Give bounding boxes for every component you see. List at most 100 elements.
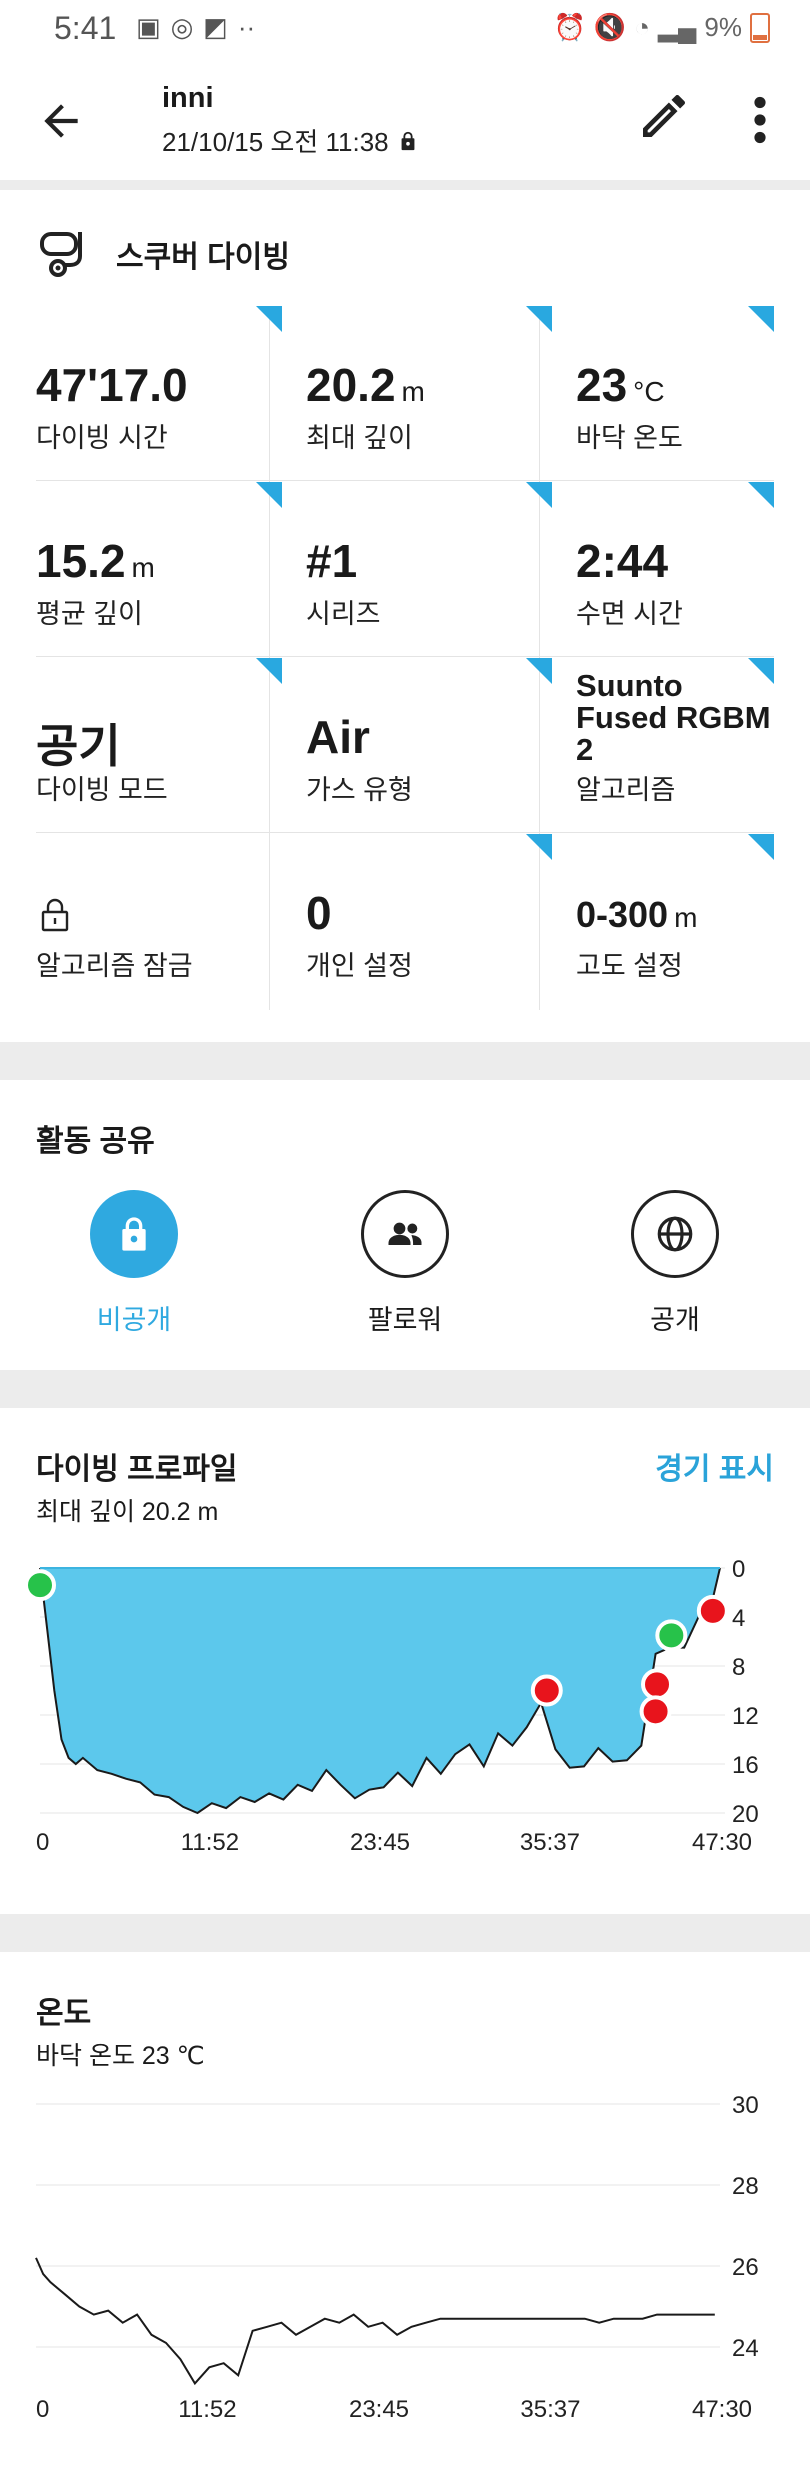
corner-indicator-icon	[748, 482, 774, 508]
battery-icon	[750, 12, 770, 43]
stat-value: 20.2	[306, 359, 396, 411]
dive-event-marker	[696, 1594, 729, 1627]
stat-personal-setting[interactable]: 0 개인 설정	[306, 834, 552, 1010]
stat-value: 15.2	[36, 535, 126, 587]
stat-algorithm-lock[interactable]: 알고리즘 잠금	[36, 834, 282, 1010]
scuba-mask-icon	[40, 232, 82, 277]
stat-series[interactable]: #1 시리즈	[306, 482, 552, 658]
corner-indicator-icon	[748, 306, 774, 332]
stat-label: 고도 설정	[576, 951, 683, 981]
stat-bottom-temp[interactable]: 23 °C 바닥 온도	[576, 306, 774, 482]
x-tick-label: 0	[36, 1829, 49, 1856]
stat-max-depth[interactable]: 20.2 m 최대 깊이	[306, 306, 552, 482]
share-option-label: 공개	[650, 1305, 700, 1335]
stat-gas-type[interactable]: Air 가스 유형	[306, 658, 552, 834]
sport-header: 스쿠버 다이빙	[36, 226, 290, 282]
page-subtitle: 21/10/15 오전 11:38	[162, 122, 419, 159]
dive-profile-card: 다이빙 프로파일 경기 표시 최대 깊이 20.2 m 0 4 8 12 16 20 0 11…	[0, 1408, 810, 1914]
stat-label: 다이빙 모드	[36, 775, 168, 805]
stat-altitude-setting[interactable]: 0-300 m 고도 설정	[576, 834, 774, 1010]
dive-event-marker	[24, 1569, 56, 1602]
lock-icon	[122, 1217, 146, 1251]
back-arrow-icon[interactable]	[36, 96, 86, 146]
y-tick-label: 26	[732, 2254, 759, 2281]
dive-profile-subtitle: 최대 깊이 20.2 m	[36, 1498, 219, 1526]
corner-indicator-icon	[526, 482, 552, 508]
x-tick-label: 35:37	[520, 2396, 580, 2423]
y-tick-label: 16	[732, 1752, 759, 1779]
share-option-followers[interactable]: 팔로워	[325, 1190, 485, 1337]
stat-unit: m	[401, 376, 425, 407]
x-tick-label: 11:52	[181, 1829, 239, 1856]
share-card: 활동 공유 비공개 팔로워 공개	[0, 1080, 810, 1370]
sport-name: 스쿠버 다이빙	[116, 241, 290, 274]
dive-event-marker	[530, 1674, 563, 1707]
dive-summary-card: 스쿠버 다이빙 47'17.0 다이빙 시간 20.2 m 최대 깊이 23 °C …	[0, 190, 810, 1042]
share-public-circle[interactable]	[631, 1190, 719, 1278]
image-icon: ▣	[136, 12, 161, 42]
dive-event-marker	[639, 1695, 672, 1728]
stat-dive-time[interactable]: 47'17.0 다이빙 시간	[36, 306, 282, 482]
stat-unit: m	[131, 552, 155, 583]
stat-value: 47'17.0	[36, 359, 188, 411]
stat-value: 공기	[36, 720, 121, 772]
corner-indicator-icon	[526, 834, 552, 860]
system-icons: ⏰ 🔇 ◔ ▂▄ 9%	[554, 12, 770, 43]
corner-indicator-icon	[256, 306, 282, 332]
share-option-private[interactable]: 비공개	[54, 1190, 214, 1337]
status-time: 5:41	[54, 10, 117, 46]
stat-label: 알고리즘 잠금	[36, 951, 193, 981]
page-title: inni	[162, 82, 214, 114]
share-followers-circle[interactable]	[361, 1190, 449, 1278]
stat-label: 다이빙 시간	[36, 423, 168, 453]
y-tick-label: 28	[732, 2173, 759, 2200]
stat-avg-depth[interactable]: 15.2 m 평균 깊이	[36, 482, 282, 658]
stat-value: Air	[306, 711, 370, 763]
stat-unit: m	[674, 902, 698, 933]
edit-pencil-icon[interactable]	[636, 88, 692, 144]
temperature-line	[35, 2257, 715, 2386]
depth-area	[40, 1568, 720, 1813]
wifi-icon: ◔	[634, 12, 650, 42]
app-bar: inni 21/10/15 오전 11:38	[0, 56, 810, 180]
sync-icon: ◎	[170, 12, 194, 42]
stat-surface-time[interactable]: 2:44 수면 시간	[576, 482, 774, 658]
globe-icon	[657, 1216, 693, 1252]
stat-unit: °C	[633, 376, 665, 407]
notification-icons: ▣ ◎ ◩ ··	[136, 12, 255, 43]
y-tick-label: 12	[732, 1703, 759, 1730]
date-time-text: 21/10/15 오전 11:38	[162, 127, 389, 157]
stat-label: 시리즈	[306, 599, 381, 629]
stat-label: 수면 시간	[576, 599, 683, 629]
stat-label: 알고리즘	[576, 775, 676, 805]
stat-value: Suunto Fused RGBM 2	[576, 668, 771, 767]
overflow-dots-icon: ··	[237, 12, 256, 42]
temperature-card: 온도 바닥 온도 23 ℃ 30 28 26 24 0 11:52 23:45 35:37 47…	[0, 1952, 810, 2491]
share-private-circle[interactable]	[90, 1190, 178, 1278]
dive-profile-chart[interactable]: 0 4 8 12 16 20 0 11:52 23:45 35:37 47:30	[0, 1558, 810, 1888]
stat-label: 최대 깊이	[306, 423, 413, 453]
temperature-chart[interactable]: 30 28 26 24 0 11:52 23:45 35:37 47:30	[0, 2087, 810, 2487]
share-option-label: 비공개	[96, 1305, 172, 1335]
more-vert-icon[interactable]	[740, 92, 780, 148]
people-icon	[388, 1222, 422, 1245]
stat-algorithm[interactable]: Suunto Fused RGBM 2 알고리즘	[576, 658, 774, 834]
share-option-public[interactable]: 공개	[595, 1190, 755, 1337]
stat-value: 0	[306, 887, 332, 939]
stat-value: 0-300	[576, 894, 669, 935]
corner-indicator-icon	[256, 482, 282, 508]
mute-icon: 🔇	[593, 12, 627, 42]
corner-indicator-icon	[256, 658, 282, 684]
x-tick-label: 47:30	[692, 2396, 752, 2423]
temperature-subtitle: 바닥 온도 23 ℃	[36, 2042, 205, 2070]
show-race-link[interactable]: 경기 표시	[655, 1444, 774, 1488]
y-tick-label: 20	[732, 1801, 759, 1828]
x-tick-label: 0	[36, 2396, 49, 2423]
share-title: 활동 공유	[36, 1125, 155, 1158]
y-tick-label: 30	[732, 2092, 759, 2119]
y-tick-label: 8	[732, 1654, 745, 1681]
stat-dive-mode[interactable]: 공기 다이빙 모드	[36, 658, 282, 834]
dive-event-marker	[641, 1668, 674, 1701]
share-option-label: 팔로워	[367, 1305, 443, 1335]
y-tick-label: 0	[732, 1558, 745, 1583]
